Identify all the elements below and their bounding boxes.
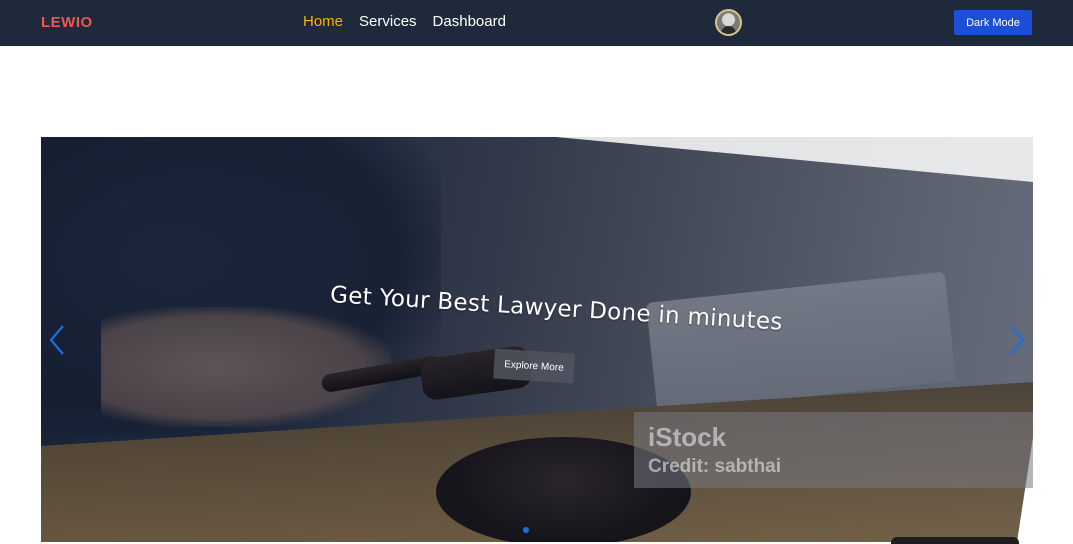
chevron-left-icon[interactable] xyxy=(45,322,69,358)
watermark-brand: iStock xyxy=(648,422,727,452)
explore-more-button[interactable]: Explore More xyxy=(493,348,575,384)
nav-links: Home Services Dashboard xyxy=(303,13,506,30)
bottom-overlay-tab[interactable] xyxy=(891,537,1019,544)
hero-carousel: iStock Credit: sabthai Get Your Best Law… xyxy=(41,137,1033,542)
brand-logo[interactable]: LEWIO xyxy=(41,14,93,31)
top-navbar: LEWIO Home Services Dashboard Dark Mode xyxy=(0,0,1073,46)
dark-mode-button[interactable]: Dark Mode xyxy=(954,10,1032,35)
nav-link-home[interactable]: Home xyxy=(303,13,343,30)
chevron-right-icon[interactable] xyxy=(1005,322,1029,358)
watermark-credit: Credit: sabthai xyxy=(648,456,782,477)
stock-watermark: iStock Credit: sabthai xyxy=(634,412,1033,488)
nav-link-dashboard[interactable]: Dashboard xyxy=(433,13,506,30)
user-avatar[interactable] xyxy=(715,9,742,36)
carousel-indicator-active[interactable] xyxy=(523,527,529,533)
nav-link-services[interactable]: Services xyxy=(359,13,417,30)
